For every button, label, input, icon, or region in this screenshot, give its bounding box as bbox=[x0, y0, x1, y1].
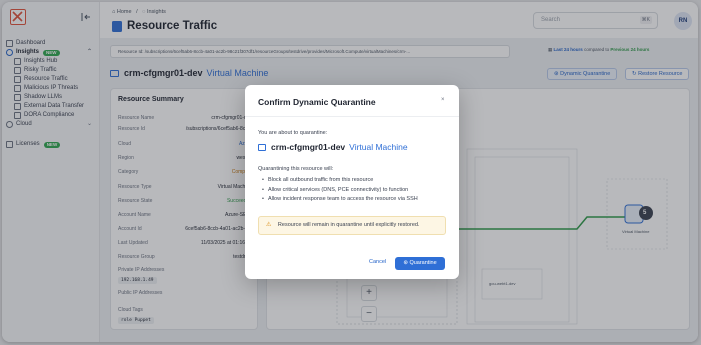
confirm-quarantine-dialog: Confirm Dynamic Quarantine × You are abo… bbox=[245, 85, 459, 279]
list-item: Allow incident response team to access t… bbox=[262, 195, 418, 205]
list-item: Block all outbound traffic from this res… bbox=[262, 176, 418, 186]
warning-icon: ⚠ bbox=[266, 222, 272, 228]
close-icon[interactable]: × bbox=[441, 97, 445, 103]
dialog-title: Confirm Dynamic Quarantine bbox=[258, 97, 376, 107]
dialog-resource: crm-cfgmgr01-dev Virtual Machine bbox=[258, 142, 408, 152]
virtual-machine-icon bbox=[258, 143, 266, 151]
quarantine-button[interactable]: ⊛ Quarantine bbox=[395, 257, 445, 270]
dialog-intro: You are about to quarantine: bbox=[258, 130, 328, 136]
divider bbox=[245, 116, 459, 117]
effects-list: Block all outbound traffic from this res… bbox=[262, 176, 418, 205]
dialog-will-text: Quarantining this resource will: bbox=[258, 166, 334, 172]
shield-icon: ⊛ bbox=[403, 260, 408, 266]
quarantine-button-label: Quarantine bbox=[409, 260, 437, 266]
dialog-resource-name: crm-cfgmgr01-dev bbox=[271, 142, 346, 152]
warning-banner: ⚠ Resource will remain in quarantine unt… bbox=[258, 216, 446, 235]
list-item: Allow critical services (DNS, PCE connec… bbox=[262, 186, 418, 196]
dialog-resource-type: Virtual Machine bbox=[349, 142, 408, 152]
cancel-button[interactable]: Cancel bbox=[369, 259, 386, 265]
warning-text: Resource will remain in quarantine until… bbox=[277, 222, 420, 228]
